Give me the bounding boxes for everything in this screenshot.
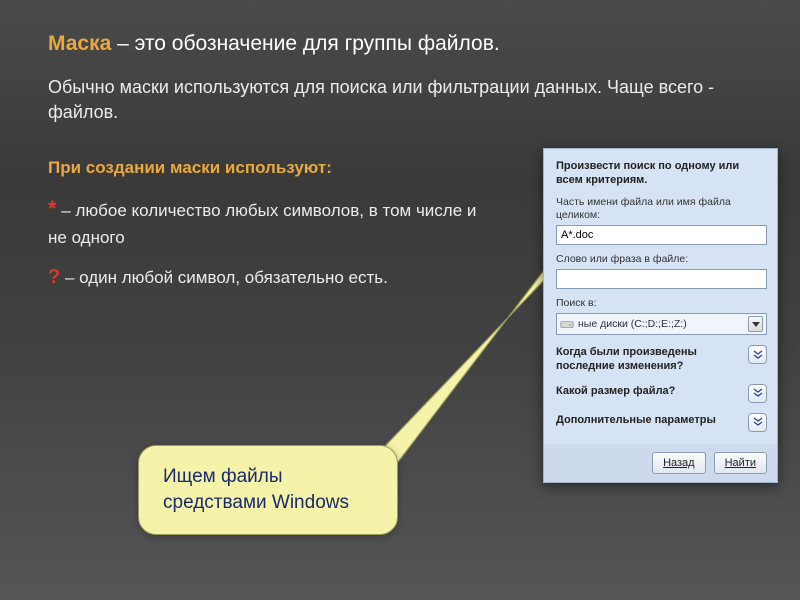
question-text: – один любой символ, обязательно есть. [60, 268, 388, 287]
double-chevron-down-icon [753, 388, 763, 398]
search-panel: Произвести поиск по одному или всем крит… [543, 148, 778, 483]
when-modified-row[interactable]: Когда были произведены последние изменен… [556, 345, 767, 374]
expand-size-button[interactable] [748, 384, 767, 403]
title-highlight: Маска [48, 32, 111, 55]
expand-when-button[interactable] [748, 345, 767, 364]
callout-text: Ищем файлы средствами Windows [163, 466, 349, 513]
find-button[interactable]: Найти [714, 452, 767, 474]
search-in-value: ные диски (C:;D:;E:;Z:) [578, 318, 687, 330]
file-size-label: Какой размер файла? [556, 384, 675, 398]
double-chevron-down-icon [753, 417, 763, 427]
extra-params-label: Дополнительные параметры [556, 413, 716, 427]
asterisk-text: – любое количество любых символов, в том… [48, 201, 476, 247]
usage-question-line: ? – один любой символ, обязательно есть. [48, 262, 488, 292]
search-in-dropdown[interactable]: ные диски (C:;D:;E:;Z:) [556, 313, 767, 335]
title-rest: – это обозначение для группы файлов. [111, 32, 499, 55]
phrase-label: Слово или фраза в файле: [556, 253, 767, 266]
subtitle: Обычно маски используются для поиска или… [48, 75, 760, 124]
usage-star-line: * – любое количество любых символов, в т… [48, 192, 488, 251]
when-modified-label: Когда были произведены последние изменен… [556, 345, 726, 374]
phrase-input[interactable] [556, 269, 767, 289]
panel-footer: Назад Найти [544, 444, 777, 482]
double-chevron-down-icon [753, 350, 763, 360]
search-in-label: Поиск в: [556, 297, 767, 310]
callout-box: Ищем файлы средствами Windows [138, 445, 398, 535]
slide-title: Маска – это обозначение для группы файло… [48, 30, 760, 57]
filename-label: Часть имени файла или имя файла целиком: [556, 196, 767, 222]
question-symbol: ? [48, 266, 60, 288]
filename-input[interactable] [556, 225, 767, 245]
panel-heading: Произвести поиск по одному или всем крит… [556, 159, 767, 188]
expand-extra-button[interactable] [748, 413, 767, 432]
back-button[interactable]: Назад [652, 452, 706, 474]
file-size-row[interactable]: Какой размер файла? [556, 384, 767, 403]
chevron-down-icon [748, 316, 763, 332]
extra-params-row[interactable]: Дополнительные параметры [556, 413, 767, 432]
asterisk-symbol: * [48, 196, 57, 221]
drive-icon [560, 317, 574, 331]
